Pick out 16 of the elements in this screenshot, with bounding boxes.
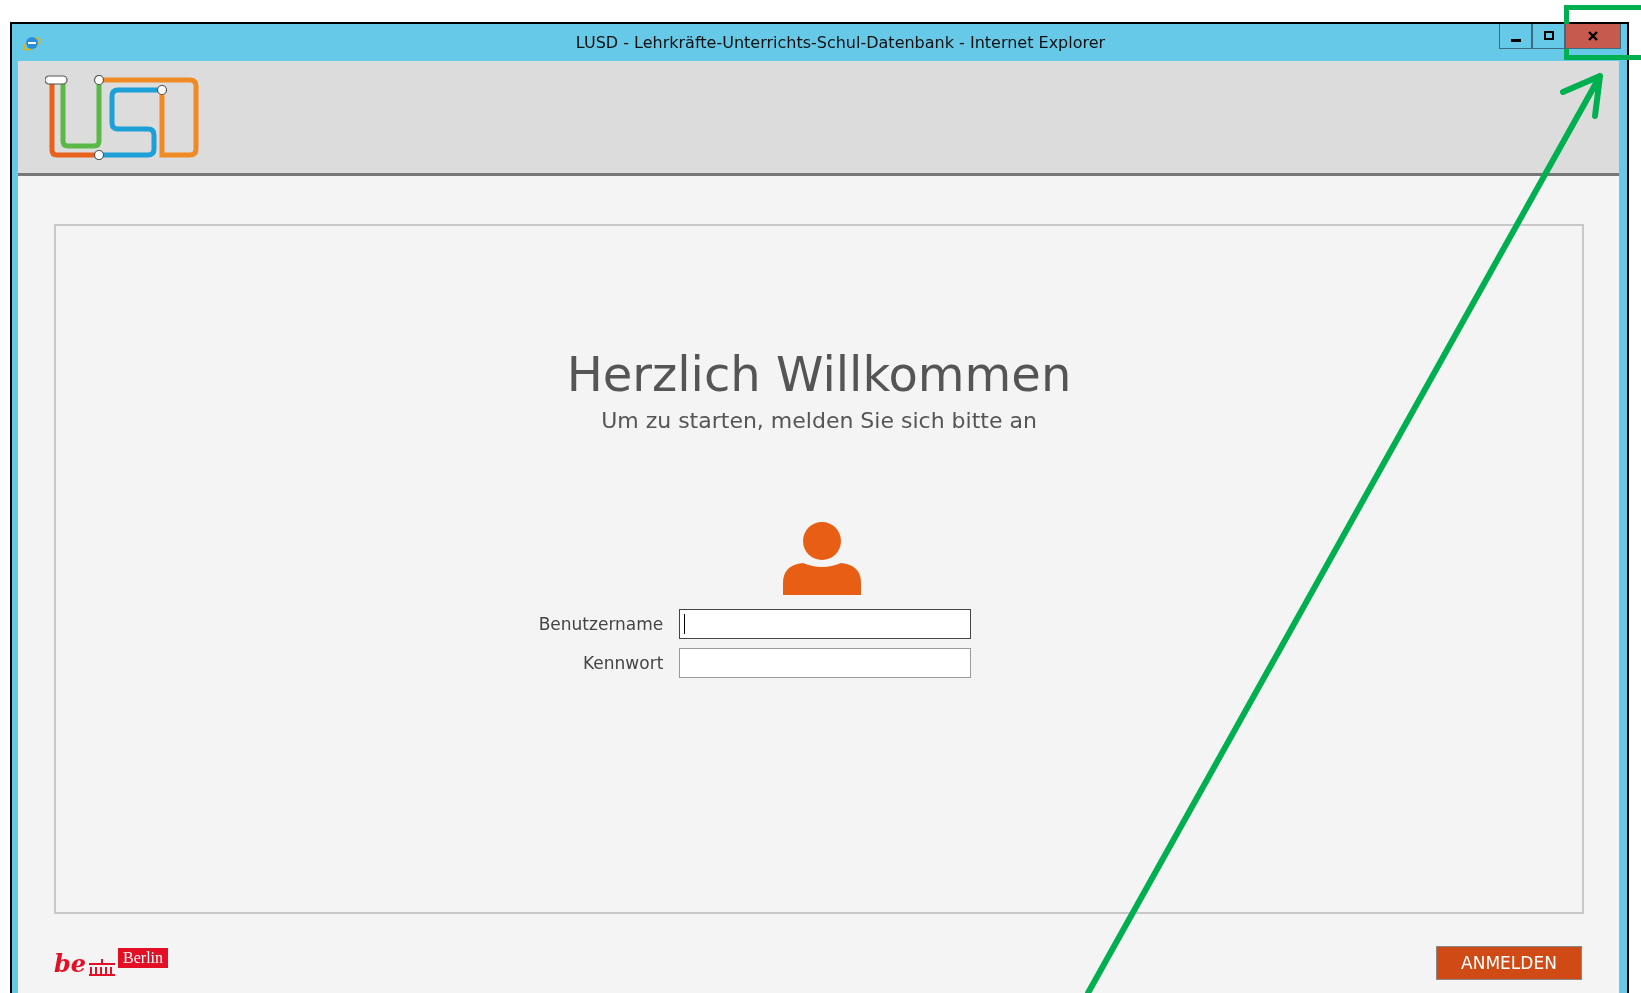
login-button[interactable]: ANMELDEN xyxy=(1436,946,1582,980)
berlin-logo: be Berlin xyxy=(54,948,169,976)
login-instruction: Um zu starten, melden Sie sich bitte an xyxy=(601,408,1037,433)
welcome-heading: Herzlich Willkommen xyxy=(566,346,1072,402)
minimize-button[interactable] xyxy=(1499,24,1532,49)
maximize-button[interactable] xyxy=(1532,24,1565,49)
close-button[interactable] xyxy=(1565,24,1621,49)
field-label: Kennwort xyxy=(582,653,664,673)
close-icon xyxy=(1587,30,1599,42)
maximize-icon xyxy=(1542,30,1555,42)
input-field[interactable] xyxy=(679,609,972,639)
minimize-icon xyxy=(1510,38,1521,42)
input-field[interactable] xyxy=(679,648,972,678)
field-label: Benutzername xyxy=(538,614,664,634)
window-title: LUSD - Lehrkräfte-Unterrichts-Schul-Datenbank - Internet Explorer xyxy=(574,33,1107,52)
user-icon xyxy=(783,521,861,595)
